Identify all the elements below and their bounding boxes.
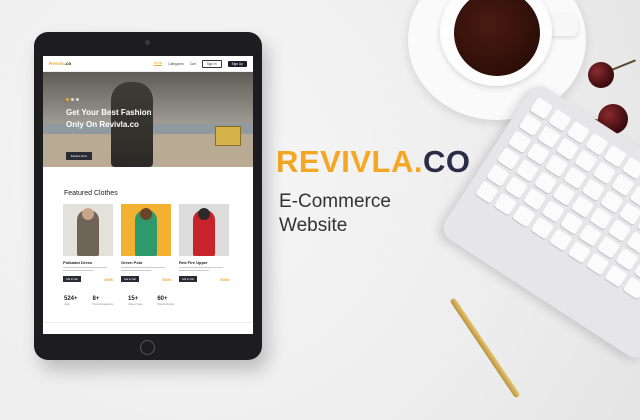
hero-headline: Get Your Best Fashion Only On Revivla.co [66,108,152,129]
hero-cta-button[interactable]: Explore Now [66,152,92,160]
product-card[interactable]: Green Polo Add to Cart 300k [121,204,171,282]
nav-categories[interactable]: Categories [168,62,183,66]
keyboard-key [622,276,640,300]
product-card[interactable]: Polkadot Dress Add to Cart 300k [63,204,113,282]
tablet-camera [145,40,150,45]
site-logo: Revivla.co [49,61,72,66]
add-to-cart-button[interactable]: Add to Cart [179,276,198,282]
cup-handle [548,14,578,36]
product-name: Polkadot Dress [63,260,93,265]
keyboard-key [585,252,610,276]
site-navbar: Revivla.co Home Categories Cart Sign In … [43,56,253,72]
product-name: Red Fire Upper [179,260,208,265]
desk-background: REVIVLA.CO E-Commerce Website Revivla.co… [0,0,640,420]
keyboard-key [530,216,555,240]
add-to-cart-button[interactable]: Add to Cart [121,276,140,282]
gold-pen [449,297,521,399]
stats-row: 524+ Users 8+ Product Categories 15+ Cities… [64,296,174,306]
signup-button[interactable]: Sign Up [227,60,247,67]
brand-title-part1: REVIVLA. [276,144,423,179]
cherry [588,62,614,88]
keyboard-key [511,204,536,228]
brand-subtitle: E-Commerce Website [279,190,391,238]
product-image [63,204,113,256]
lifeguard-hut [215,126,241,146]
stat-categories: 8+ Product Categories [92,296,113,306]
keyboard-key [548,228,573,252]
product-grid: Polkadot Dress Add to Cart 300k Green Pol… [63,204,229,282]
tablet: Revivla.co Home Categories Cart Sign In … [34,32,262,360]
hero-banner: Get Your Best Fashion Only On Revivla.co… [43,72,253,167]
product-name: Green Polo [121,260,143,265]
nav-home[interactable]: Home [153,61,163,66]
brand-title: REVIVLA.CO [276,144,470,180]
subtitle-line1: E-Commerce [279,191,391,212]
nav-cart[interactable]: Cart [190,62,196,66]
product-image [179,204,229,256]
keyboard-key [567,240,592,264]
product-price: 300k [162,276,171,282]
footer-divider [43,322,253,323]
stat-users: 524+ Users [64,296,78,306]
product-price: 300k [104,276,113,282]
stat-cities: 15+ Cities of Java [127,296,143,306]
signin-button[interactable]: Sign In [201,59,222,68]
add-to-cart-button[interactable]: Add to Cart [63,276,82,282]
keyboard-key [475,180,499,204]
stat-brands: 60+ Brands Member [157,296,175,306]
home-button [140,340,155,355]
product-price: 300k [220,276,229,282]
carousel-dots[interactable] [66,98,79,101]
product-card[interactable]: Red Fire Upper Add to Cart 300k [179,204,229,282]
keyboard-key [604,264,629,288]
subtitle-line2: Website [279,215,348,236]
tablet-screen: Revivla.co Home Categories Cart Sign In … [43,56,253,334]
brand-title-part2: CO [422,144,471,179]
keyboard-key [493,192,518,216]
featured-title: Featured Clothes [64,190,118,197]
product-image [121,204,171,256]
